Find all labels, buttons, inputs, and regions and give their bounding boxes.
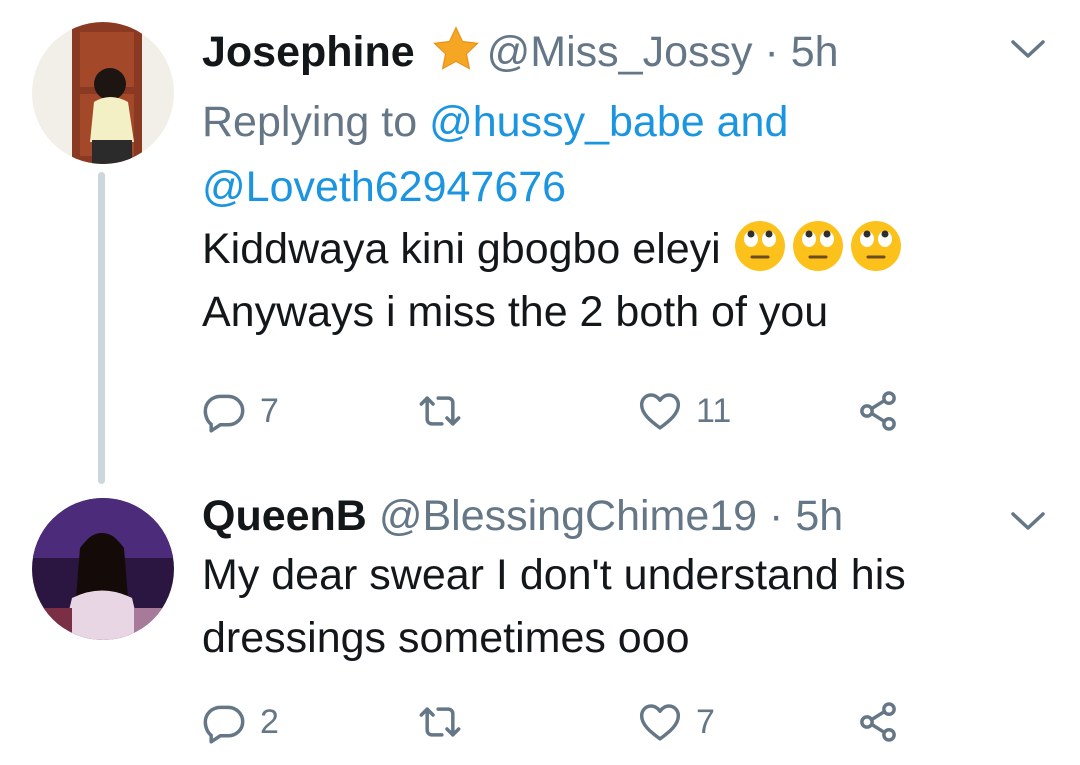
like-button[interactable]: 11 — [638, 386, 731, 436]
rolling-eyes-emoji — [733, 219, 787, 273]
reply-icon — [203, 705, 245, 744]
rolling-eyes-emoji — [791, 219, 845, 273]
tweet-text-line: Anyways i miss the 2 both of you — [202, 288, 829, 336]
heart-icon — [639, 704, 681, 741]
like-button[interactable]: 7 — [638, 697, 715, 747]
avatar[interactable] — [32, 22, 174, 164]
replying-to: Replying to @hussy_babe and @Loveth62947… — [202, 90, 1022, 220]
separator-dot: · — [769, 492, 784, 540]
tweet-text: Kiddwaya kini gbogbo eleyi Anyways i mis… — [202, 218, 1042, 344]
avatar-photo — [32, 498, 174, 640]
retweet-icon — [419, 707, 461, 737]
author-handle[interactable]: @Miss_Jossy — [487, 28, 753, 76]
share-icon — [860, 702, 896, 742]
tweet-text-line: dressings sometimes ooo — [202, 614, 690, 662]
rolling-eyes-emoji — [849, 219, 903, 273]
reply-count: 7 — [260, 391, 279, 430]
like-count: 7 — [696, 702, 715, 741]
chevron-down-icon[interactable] — [1010, 510, 1046, 532]
separator-dot: · — [764, 28, 779, 76]
tweet-text-line: My dear swear I don't understand his — [202, 551, 906, 599]
tweet-text-line: Kiddwaya kini gbogbo eleyi — [202, 225, 721, 273]
tweet-header: QueenB @BlessingChime19 · 5h — [202, 490, 843, 542]
timestamp[interactable]: 5h — [791, 28, 839, 76]
heart-icon — [639, 393, 681, 430]
tweet-header: Josephine @Miss_Jossy · 5h — [202, 24, 839, 78]
tweet-actions: 7 11 — [202, 386, 922, 436]
reply-button[interactable]: 2 — [202, 697, 279, 747]
replying-to-label: Replying to — [202, 98, 418, 146]
share-button[interactable] — [856, 697, 900, 747]
reply-button[interactable]: 7 — [202, 386, 279, 436]
reply-count: 2 — [260, 702, 279, 741]
retweet-button[interactable] — [418, 697, 476, 747]
author-name[interactable]: QueenB — [202, 492, 367, 540]
tweet-actions: 2 7 — [202, 697, 922, 747]
avatar[interactable] — [32, 498, 174, 640]
tweet-text: My dear swear I don't understand his dre… — [202, 544, 1042, 670]
replying-and[interactable]: and — [717, 98, 789, 146]
mention-link[interactable]: @Loveth62947676 — [202, 163, 566, 211]
retweet-icon — [419, 396, 461, 426]
chevron-down-icon[interactable] — [1010, 38, 1046, 60]
author-handle[interactable]: @BlessingChime19 — [379, 492, 757, 540]
share-icon — [860, 391, 896, 431]
retweet-button[interactable] — [418, 386, 476, 436]
tweet-josephine[interactable]: Josephine @Miss_Jossy · 5h Replying to @… — [0, 0, 1080, 490]
thread-line — [98, 172, 105, 484]
tweet-queenb[interactable]: QueenB @BlessingChime19 · 5h My dear swe… — [0, 490, 1080, 765]
mention-link[interactable]: @hussy_babe — [429, 98, 705, 146]
share-button[interactable] — [856, 386, 900, 436]
star-icon — [431, 24, 481, 74]
reply-icon — [203, 394, 245, 433]
avatar-photo — [32, 22, 174, 164]
timestamp[interactable]: 5h — [795, 492, 843, 540]
author-name[interactable]: Josephine — [202, 28, 415, 76]
like-count: 11 — [696, 391, 732, 430]
